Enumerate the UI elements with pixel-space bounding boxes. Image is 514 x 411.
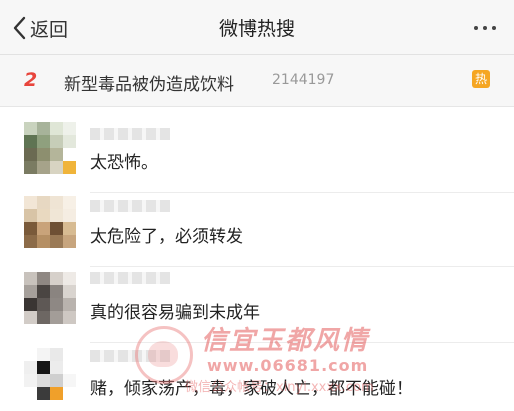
topic-title[interactable]: 新型毒品被伪造成饮料 [64, 70, 234, 95]
more-options-icon[interactable] [474, 26, 496, 30]
comment-item[interactable]: 真的很容易骗到未成年 [0, 272, 514, 342]
navigation-bar: 返回 微博热搜 [0, 0, 514, 55]
comment-text: 真的很容易骗到未成年 [90, 303, 260, 323]
divider [90, 266, 514, 267]
divider [90, 192, 514, 193]
username-blurred [90, 200, 170, 212]
topic-count: 2144197 [272, 72, 335, 88]
page-title: 微博热搜 [218, 18, 295, 40]
username-blurred [90, 128, 170, 140]
comment-text: 太危险了，必须转发 [90, 227, 243, 247]
avatar[interactable] [24, 122, 76, 174]
avatar[interactable] [24, 272, 76, 324]
comment-text: 太恐怖。 [90, 153, 158, 173]
avatar[interactable] [24, 348, 76, 400]
username-blurred [90, 272, 170, 284]
avatar[interactable] [24, 196, 76, 248]
username-blurred [90, 350, 170, 362]
comment-item[interactable]: 太恐怖。 [0, 122, 514, 192]
chevron-left-icon [12, 16, 26, 40]
comment-item[interactable]: 赌，倾家荡产，毒，家破人亡，都不能碰！ [0, 348, 514, 411]
back-label: 返回 [30, 18, 69, 41]
trending-topic[interactable]: 2 新型毒品被伪造成饮料 2144197 热 [0, 55, 514, 107]
back-button[interactable]: 返回 [12, 13, 68, 43]
comment-item[interactable]: 太危险了，必须转发 [0, 196, 514, 268]
hot-badge: 热 [472, 70, 490, 88]
rank-number: 2 [24, 69, 38, 91]
comment-text: 赌，倾家荡产，毒，家破人亡，都不能碰！ [90, 379, 413, 399]
divider [90, 342, 514, 343]
